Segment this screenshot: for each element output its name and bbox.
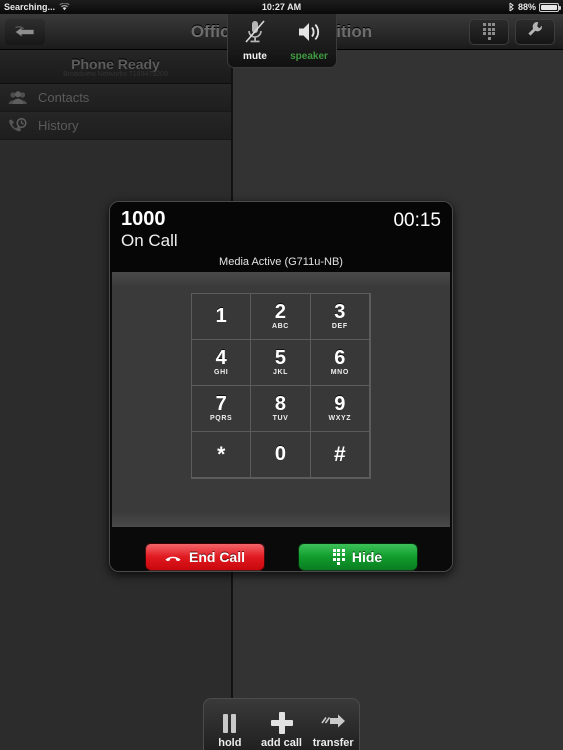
dialpad-key[interactable]: * — [191, 431, 252, 478]
mute-label: mute — [243, 51, 267, 62]
hold-label: hold — [218, 737, 242, 749]
dialpad-key-digit: 4 — [215, 347, 227, 369]
status-right: 88% — [508, 2, 561, 12]
dialpad-key-digit: 5 — [274, 347, 287, 369]
dialpad-key-letters: GHI — [214, 369, 229, 376]
plus-icon — [270, 712, 293, 734]
end-call-label: End Call — [188, 549, 245, 565]
dialpad-key-letters: WXYZ — [328, 415, 352, 422]
transfer-arrow-icon — [320, 712, 346, 734]
wrench-icon — [526, 20, 544, 43]
dialpad-area: 1 2 ABC 3 DEF 4 GHI 5 JKL 6 MNO 7 PQRS 8 TUV 9 WXYZ * 0 # — [112, 272, 450, 527]
dialpad-key-digit: 3 — [334, 301, 346, 323]
battery-icon — [539, 2, 561, 12]
phone-status-title: Phone Ready — [71, 55, 160, 72]
call-panel: 1000 On Call 00:15 Media Active (G711u-N… — [109, 201, 453, 572]
history-icon — [7, 117, 29, 135]
dialpad-key-digit: 6 — [334, 347, 346, 369]
battery-percent-label: 88% — [517, 2, 536, 12]
speaker-button[interactable]: speaker — [282, 14, 336, 67]
microphone-muted-icon — [243, 19, 267, 50]
dialpad-key-letters: PQRS — [210, 415, 233, 422]
phone-status-subtitle: Broadview Networks 7189479209 — [63, 70, 168, 78]
phone-status-header: Phone Ready Broadview Networks 718947920… — [0, 50, 231, 84]
call-actions: End Call Hide — [110, 527, 452, 571]
transfer-label: transfer — [312, 737, 354, 749]
dialpad-key[interactable]: 1 — [191, 293, 252, 340]
add-call-label: add call — [261, 737, 302, 749]
hide-keypad-button[interactable]: Hide — [297, 543, 418, 571]
dialpad-key[interactable]: 8 TUV — [250, 385, 311, 432]
nav-actions — [469, 18, 563, 45]
dialpad-key[interactable]: 9 WXYZ — [309, 385, 370, 432]
dialpad-key-digit: 9 — [334, 393, 346, 415]
keypad-button[interactable] — [469, 18, 509, 45]
status-bar: Searching... 10:27 AM 88% — [0, 0, 563, 14]
audio-controls-overlay: mute speaker — [227, 14, 337, 68]
call-header: 1000 On Call 00:15 — [110, 202, 452, 256]
dialpad-key[interactable]: 0 — [250, 431, 311, 478]
dialpad-key[interactable]: # — [309, 431, 370, 478]
dialpad: 1 2 ABC 3 DEF 4 GHI 5 JKL 6 MNO 7 PQRS 8 TUV 9 WXYZ * 0 # — [191, 293, 371, 479]
dialpad-key-digit: 2 — [274, 301, 287, 323]
settings-button[interactable] — [515, 18, 555, 45]
dialpad-key[interactable]: 6 MNO — [309, 339, 370, 386]
contacts-icon — [7, 89, 29, 107]
add-call-button[interactable]: add call — [256, 699, 308, 750]
dialpad-key-digit: * — [217, 442, 226, 466]
dialpad-key-letters: MNO — [330, 369, 349, 376]
dialpad-key-digit: 7 — [215, 393, 227, 415]
dialpad-key[interactable]: 5 JKL — [250, 339, 311, 386]
dialpad-key[interactable]: 3 DEF — [309, 293, 370, 340]
dialpad-key[interactable]: 7 PQRS — [191, 385, 252, 432]
mute-button[interactable]: mute — [228, 14, 282, 67]
hide-label: Hide — [351, 549, 383, 565]
speaker-label: speaker — [290, 51, 328, 62]
keypad-icon — [332, 548, 345, 566]
clock: 10:27 AM — [261, 2, 302, 12]
app-root: Searching... 10:27 AM 88% Edition Phone … — [0, 0, 563, 750]
dialpad-key-digit: 8 — [274, 393, 287, 415]
bluetooth-icon — [508, 2, 515, 12]
media-status: Media Active (G711u-NB) — [110, 256, 452, 272]
dialpad-key-digit: # — [333, 442, 346, 466]
dialpad-key-digit: 1 — [215, 305, 227, 327]
sidebar-item-label: Contacts — [38, 90, 90, 105]
dialpad-key[interactable]: 4 GHI — [191, 339, 252, 386]
sidebar-item-history[interactable]: History — [0, 112, 231, 140]
sidebar-item-label: History — [38, 118, 79, 133]
speaker-icon — [296, 19, 322, 50]
dialpad-key-letters: TUV — [272, 415, 289, 422]
phone-handset-icon — [164, 549, 182, 565]
pause-icon — [223, 712, 237, 734]
dialpad-key[interactable]: 2 ABC — [250, 293, 311, 340]
call-timer: 00:15 — [393, 210, 441, 231]
hold-button[interactable]: hold — [204, 699, 256, 750]
dialpad-key-digit: 0 — [274, 443, 287, 465]
keypad-icon — [483, 23, 495, 40]
dialpad-key-letters: ABC — [272, 323, 289, 330]
sidebar-item-contacts[interactable]: Contacts — [0, 84, 231, 112]
end-call-button[interactable]: End Call — [144, 543, 265, 571]
call-state: On Call — [121, 231, 178, 250]
dialpad-key-letters: JKL — [272, 369, 288, 376]
transfer-button[interactable]: transfer — [307, 699, 359, 750]
in-call-toolbar: hold add call transfer — [203, 698, 360, 750]
dialpad-key-letters: DEF — [331, 323, 348, 330]
